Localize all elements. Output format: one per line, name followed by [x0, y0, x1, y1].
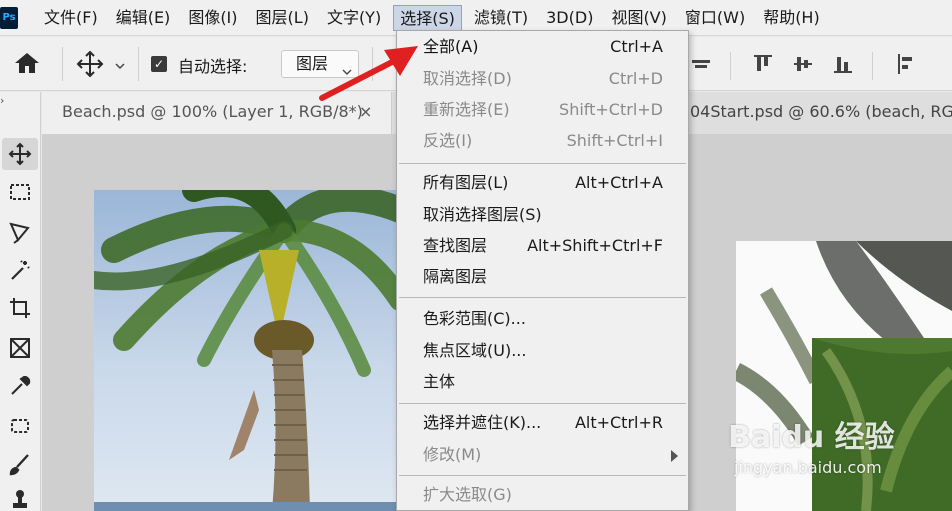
home-icon[interactable]	[14, 51, 40, 75]
auto-select-target-dropdown[interactable]: 图层	[281, 50, 359, 78]
menu-image[interactable]: 图像(I)	[182, 5, 243, 31]
menu-item-shortcut: Alt+Shift+Ctrl+F	[527, 236, 663, 255]
menu-item-select-all[interactable]: 全部(A) Ctrl+A	[397, 32, 688, 62]
spot-healing-brush-icon[interactable]	[2, 410, 38, 442]
align-left-edges-icon[interactable]	[894, 52, 916, 76]
menu-item-label: 取消选择(D)	[423, 69, 512, 88]
auto-select-target-value: 图层	[296, 54, 329, 73]
menu-view[interactable]: 视图(V)	[605, 5, 672, 31]
menu-item-modify[interactable]: 修改(M)	[397, 440, 688, 470]
menu-separator	[399, 475, 686, 476]
move-tool-icon[interactable]	[76, 50, 104, 78]
photoshop-app-icon: Ps	[0, 6, 18, 29]
rectangular-marquee-tool-icon[interactable]	[2, 176, 38, 208]
align-horizontal-centers-icon[interactable]	[690, 52, 712, 76]
divider	[138, 47, 139, 81]
menu-item-inverse[interactable]: 反选(I) Shift+Ctrl+I	[397, 126, 688, 156]
palm-fronds-image	[736, 241, 952, 511]
menu-item-label: 反选(I)	[423, 131, 473, 150]
align-toolbar	[690, 51, 916, 80]
auto-select-label: 自动选择:	[178, 57, 248, 76]
menu-item-shortcut: Ctrl+A	[610, 37, 663, 56]
menu-item-shortcut: Ctrl+D	[608, 69, 663, 88]
menu-window[interactable]: 窗口(W)	[679, 5, 751, 31]
close-icon[interactable]: ×	[359, 92, 372, 132]
menu-item-shortcut: Alt+Ctrl+R	[574, 413, 663, 432]
menu-filter[interactable]: 滤镜(T)	[468, 5, 534, 31]
chevron-down-icon	[342, 59, 352, 75]
menu-item-label: 隔离图层	[423, 267, 488, 286]
chevron-down-icon[interactable]	[114, 57, 126, 70]
brush-tool-icon[interactable]	[2, 448, 38, 480]
menu-item-select-and-mask[interactable]: 选择并遮住(K)... Alt+Ctrl+R	[397, 408, 688, 438]
menu-item-label: 取消选择图层(S)	[423, 205, 542, 224]
divider	[372, 47, 373, 81]
crop-tool-icon[interactable]	[2, 292, 38, 324]
menu-item-label: 扩大选取(G)	[423, 485, 512, 504]
menu-item-label: 焦点区域(U)...	[423, 341, 527, 360]
auto-select-checkbox[interactable]: ✓	[151, 56, 167, 72]
04start-image-canvas[interactable]	[736, 241, 952, 511]
document-tab-title: 04Start.psd @ 60.6% (beach, RGB/	[690, 102, 952, 121]
menu-item-all-layers[interactable]: 所有图层(L) Alt+Ctrl+A	[397, 168, 688, 198]
menu-item-label: 色彩范围(C)...	[423, 309, 526, 328]
menu-item-reselect[interactable]: 重新选择(E) Shift+Ctrl+D	[397, 95, 688, 125]
document-tab-beach[interactable]: Beach.psd @ 100% (Layer 1, RGB/8*) ×	[42, 92, 392, 134]
divider	[62, 47, 63, 81]
divider	[730, 52, 734, 80]
eyedropper-tool-icon[interactable]	[2, 370, 38, 402]
align-vertical-centers-icon[interactable]	[792, 52, 814, 76]
menu-item-label: 修改(M)	[423, 445, 482, 464]
menu-help[interactable]: 帮助(H)	[757, 5, 826, 31]
select-menu-dropdown: 全部(A) Ctrl+A 取消选择(D) Ctrl+D 重新选择(E) Shif…	[396, 30, 689, 511]
menu-type[interactable]: 文字(Y)	[321, 5, 387, 31]
menu-item-label: 重新选择(E)	[423, 100, 510, 119]
expand-panel-icon[interactable]: ›	[0, 94, 4, 107]
menu-item-grow[interactable]: 扩大选取(G)	[397, 480, 688, 510]
menu-separator	[399, 297, 686, 298]
lasso-tool-icon[interactable]	[2, 216, 38, 248]
align-bottom-edges-icon[interactable]	[832, 52, 854, 76]
menu-item-isolate-layers[interactable]: 隔离图层	[397, 262, 688, 292]
document-tab-title: Beach.psd @ 100% (Layer 1, RGB/8*)	[62, 102, 363, 121]
menu-item-subject[interactable]: 主体	[397, 367, 688, 397]
menu-layer[interactable]: 图层(L)	[250, 5, 315, 31]
menu-file[interactable]: 文件(F)	[38, 5, 104, 31]
document-tab-04start[interactable]: 04Start.psd @ 60.6% (beach, RGB/	[690, 92, 952, 132]
menu-item-label: 所有图层(L)	[423, 173, 509, 192]
menu-item-deselect-layers[interactable]: 取消选择图层(S)	[397, 200, 688, 230]
menu-separator	[399, 403, 686, 404]
menu-select[interactable]: 选择(S)	[393, 4, 462, 31]
menu-item-shortcut: Shift+Ctrl+I	[566, 131, 663, 150]
align-top-edges-icon[interactable]	[752, 52, 774, 76]
frame-tool-icon[interactable]	[2, 332, 38, 364]
menu-item-find-layers[interactable]: 查找图层 Alt+Shift+Ctrl+F	[397, 231, 688, 261]
menu-3d[interactable]: 3D(D)	[540, 5, 599, 31]
menu-separator	[399, 163, 686, 164]
divider	[872, 52, 876, 80]
menu-edit[interactable]: 编辑(E)	[110, 5, 177, 31]
move-tool-icon[interactable]	[2, 138, 38, 170]
menu-item-deselect[interactable]: 取消选择(D) Ctrl+D	[397, 64, 688, 94]
menu-item-label: 全部(A)	[423, 37, 479, 56]
menu-item-label: 查找图层	[423, 236, 488, 255]
submenu-arrow-icon	[671, 450, 678, 462]
magic-wand-tool-icon[interactable]	[2, 254, 38, 286]
menu-item-label: 主体	[423, 372, 456, 391]
menu-item-shortcut: Shift+Ctrl+D	[559, 100, 663, 119]
menu-item-color-range[interactable]: 色彩范围(C)...	[397, 304, 688, 334]
menu-item-focus-area[interactable]: 焦点区域(U)...	[397, 336, 688, 366]
beach-image-canvas[interactable]	[94, 190, 400, 511]
menu-item-label: 选择并遮住(K)...	[423, 413, 542, 432]
tools-panel: ›	[0, 92, 41, 511]
palm-tree-image	[94, 190, 400, 511]
menu-item-shortcut: Alt+Ctrl+A	[575, 173, 663, 192]
clone-stamp-tool-icon[interactable]	[2, 484, 38, 511]
